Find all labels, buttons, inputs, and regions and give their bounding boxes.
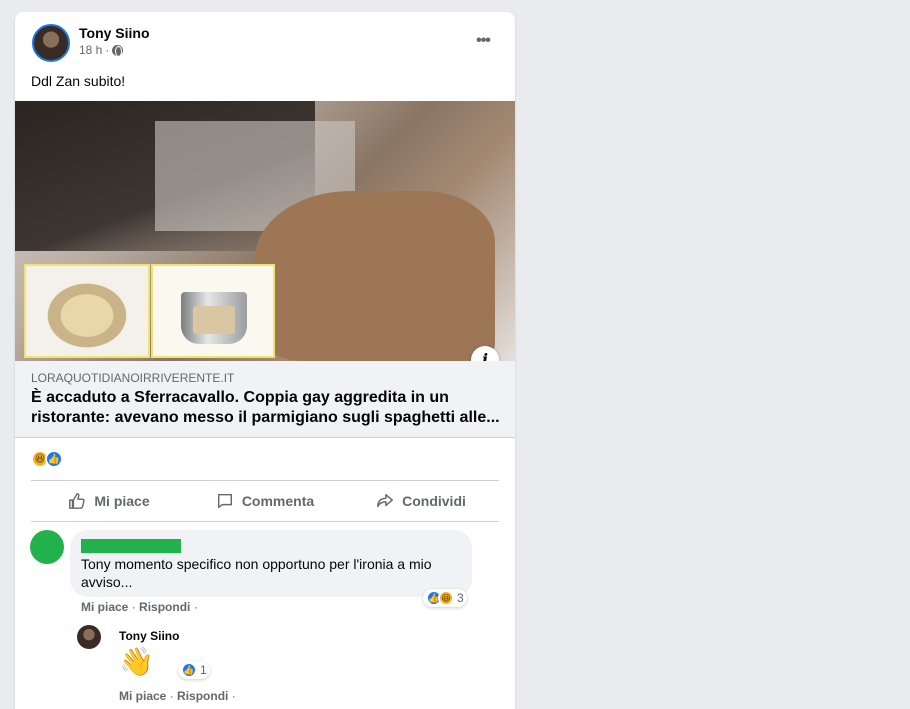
link-domain: LORAQUOTIDIANOIRRIVERENTE.IT <box>31 371 235 385</box>
like-label: Mi piace <box>94 493 150 509</box>
comment-actions: Mi piace · Rispondi · <box>81 600 198 614</box>
reaction-count: 3 <box>457 591 464 605</box>
share-button[interactable]: Condividi <box>343 482 499 520</box>
reply-like-link[interactable]: Mi piace <box>119 689 166 703</box>
more-options-icon[interactable]: ••• <box>471 32 495 50</box>
share-icon <box>377 493 394 508</box>
link-preview-image[interactable]: i <box>15 101 515 361</box>
reply-reply-link[interactable]: Rispondi <box>177 689 228 703</box>
redacted-name <box>81 539 181 553</box>
like-icon: 👍 <box>181 662 197 678</box>
post-reactions[interactable]: 😆 👍 <box>31 450 63 468</box>
spaghetti-photo <box>24 264 150 358</box>
dot-separator: · <box>193 600 198 614</box>
globe-icon[interactable] <box>112 44 124 57</box>
link-title[interactable]: È accaduto a Sferracavallo. Coppia gay a… <box>31 388 501 428</box>
reaction-count: 1 <box>200 663 207 677</box>
dot-separator: · <box>169 689 174 703</box>
divider <box>31 480 499 481</box>
comment-reaction-count[interactable]: 👍 😆 3 <box>423 589 467 607</box>
commenter-avatar[interactable] <box>30 530 64 564</box>
comment-bubble: Tony momento specifico non opportuno per… <box>70 530 472 597</box>
post-text: Ddl Zan subito! <box>31 73 126 89</box>
post-meta: 18 h · <box>79 43 124 57</box>
reply-author-name[interactable]: Tony Siino <box>119 629 179 643</box>
share-label: Condividi <box>402 493 466 509</box>
post-header: Tony Siino 18 h · ••• <box>15 12 515 70</box>
thumbs-up-icon <box>69 493 86 509</box>
comment-icon <box>217 493 232 509</box>
link-preview[interactable]: LORAQUOTIDIANOIRRIVERENTE.IT È accaduto … <box>15 361 515 438</box>
meta-separator: · <box>105 43 110 57</box>
reply-reaction-count[interactable]: 👍 1 <box>178 661 210 679</box>
author-avatar[interactable] <box>32 24 70 62</box>
reply-actions: Mi piace · Rispondi · <box>119 689 236 703</box>
like-button[interactable]: Mi piace <box>31 482 187 520</box>
haha-icon: 😆 <box>438 590 454 606</box>
comment-text: Tony momento specifico non opportuno per… <box>81 556 432 590</box>
parmesan-dish-photo <box>151 264 275 358</box>
post-actions: Mi piace Commenta Condividi <box>31 482 499 520</box>
parmesan-cheese-shape <box>193 306 235 334</box>
like-icon: 👍 <box>45 450 63 468</box>
comment-button[interactable]: Commenta <box>187 482 343 520</box>
parmesan-bowl-shape <box>181 292 247 344</box>
comment-like-link[interactable]: Mi piace <box>81 600 128 614</box>
post-time[interactable]: 18 h <box>79 43 102 57</box>
divider <box>31 521 499 522</box>
comment-label: Commenta <box>241 493 315 509</box>
photo-coat-region <box>255 191 495 361</box>
waving-hand-emoji: 👋 <box>119 646 154 677</box>
reply-author-avatar[interactable] <box>77 625 101 649</box>
comment-reply-link[interactable]: Rispondi <box>139 600 190 614</box>
author-name[interactable]: Tony Siino <box>79 25 150 41</box>
post-card: Tony Siino 18 h · ••• Ddl Zan subito! i … <box>15 12 515 709</box>
dot-separator: · <box>131 600 136 614</box>
info-icon[interactable]: i <box>471 346 499 361</box>
dot-separator: · <box>231 689 236 703</box>
